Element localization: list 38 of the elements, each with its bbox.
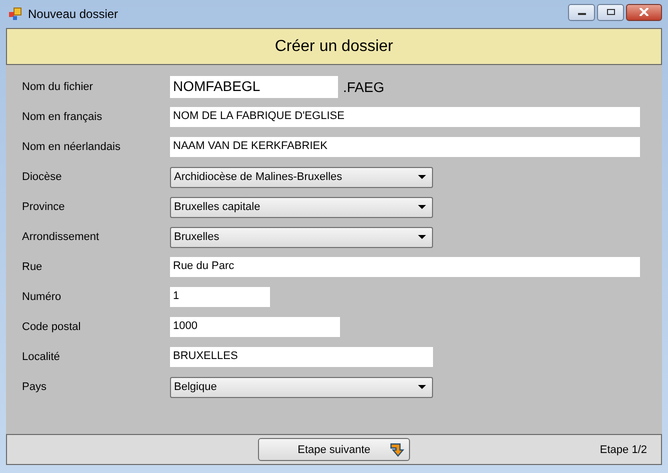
text-field[interactable]: BRUXELLES — [170, 347, 433, 367]
close-button[interactable] — [626, 4, 662, 20]
close-icon — [639, 8, 649, 16]
text-field[interactable]: NOM DE LA FABRIQUE D'EGLISE — [170, 107, 640, 127]
text-field[interactable]: NAAM VAN DE KERKFABRIEK — [170, 137, 640, 157]
field-label: Code postal — [22, 321, 82, 333]
field-label: Diocèse — [22, 171, 63, 183]
extension-label: .FAEG — [343, 79, 384, 95]
field-label: Arrondissement — [22, 231, 100, 243]
arrow-icon — [389, 442, 405, 458]
window-title: Nouveau dossier — [28, 7, 118, 21]
dropdown[interactable]: Archidiocèse de Malines-Bruxelles — [170, 166, 433, 188]
page-heading: Créer un dossier — [274, 38, 394, 56]
field-label: Nom du fichier — [22, 81, 94, 93]
text-field[interactable]: 1000 — [170, 317, 340, 337]
caret-icon — [418, 385, 426, 389]
maximize-button[interactable] — [597, 4, 624, 20]
text-field[interactable]: 1 — [170, 287, 270, 307]
next-step-button[interactable]: Etape suivante — [258, 438, 410, 461]
field-label: Province — [22, 201, 66, 213]
field-label: Nom en français — [22, 111, 104, 123]
field-label: Numéro — [22, 291, 62, 303]
field-label: Nom en néerlandais — [22, 141, 122, 153]
dropdown[interactable]: Bruxelles capitale — [170, 196, 433, 218]
maximize-icon — [606, 8, 616, 16]
caret-icon — [418, 175, 426, 179]
field-label: Rue — [22, 261, 44, 273]
minimize-button[interactable] — [568, 4, 595, 20]
caret-icon — [418, 235, 426, 239]
step-indicator: Etape 1/2 — [600, 444, 647, 456]
app-icon — [8, 7, 22, 21]
field-label: Localité — [22, 351, 61, 363]
dropdown[interactable]: Bruxelles — [170, 226, 433, 248]
dropdown[interactable]: Belgique — [170, 376, 433, 398]
text-field[interactable]: NOMFABEGL — [170, 76, 338, 98]
text-field[interactable]: Rue du Parc — [170, 257, 640, 277]
field-label: Pays — [22, 381, 48, 393]
caret-icon — [418, 205, 426, 209]
